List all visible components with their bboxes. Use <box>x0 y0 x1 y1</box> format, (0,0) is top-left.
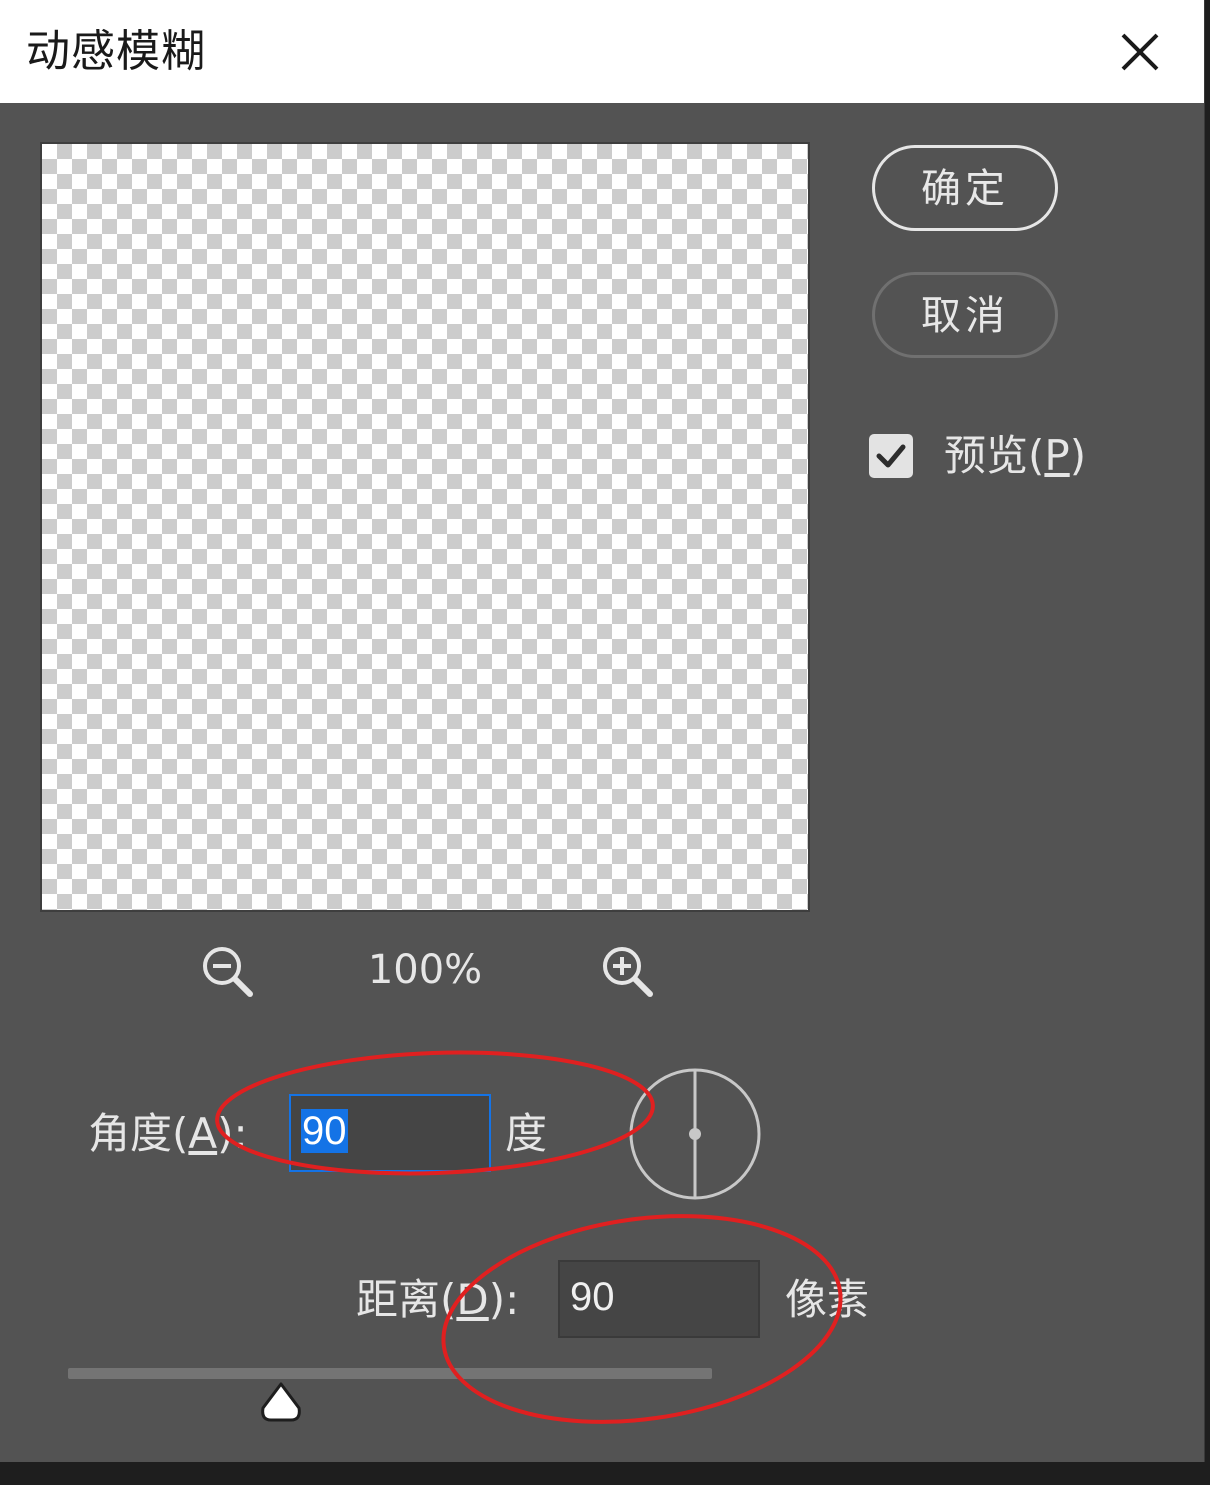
distance-label: 距离(D): <box>356 1275 520 1324</box>
angle-input[interactable]: 90 <box>289 1094 491 1172</box>
slider-thumb-icon <box>260 1382 301 1422</box>
angle-dial[interactable] <box>627 1066 763 1202</box>
ok-button[interactable]: 确定 <box>872 145 1058 231</box>
distance-input[interactable]: 90 <box>558 1260 760 1338</box>
preview-checkbox[interactable] <box>869 434 913 478</box>
distance-slider-track[interactable] <box>68 1368 712 1379</box>
zoom-out-icon <box>203 947 253 997</box>
angle-dial-icon <box>629 1068 761 1200</box>
motion-blur-dialog: 动感模糊 确定 取消 预览(P) 100% 角度(A): 90 度 距离(D):… <box>0 0 1205 1462</box>
checkmark-icon <box>876 444 906 468</box>
zoom-level: 100% <box>367 947 483 993</box>
dialog-title: 动感模糊 <box>26 26 206 77</box>
close-icon <box>1121 33 1159 71</box>
cancel-button[interactable]: 取消 <box>872 272 1058 358</box>
angle-value: 90 <box>301 1109 348 1153</box>
zoom-in-button[interactable] <box>598 942 658 1002</box>
distance-unit: 像素 <box>785 1275 870 1324</box>
zoom-out-button[interactable] <box>198 942 258 1002</box>
title-bar: 动感模糊 <box>0 0 1204 103</box>
preview-canvas[interactable] <box>40 142 810 912</box>
close-button[interactable] <box>1110 22 1170 82</box>
distance-slider-thumb[interactable] <box>257 1380 305 1424</box>
angle-unit: 度 <box>505 1109 548 1158</box>
zoom-in-icon <box>603 947 653 997</box>
angle-label: 角度(A): <box>88 1109 248 1158</box>
preview-label: 预览(P) <box>944 431 1087 480</box>
distance-value: 90 <box>570 1275 615 1319</box>
